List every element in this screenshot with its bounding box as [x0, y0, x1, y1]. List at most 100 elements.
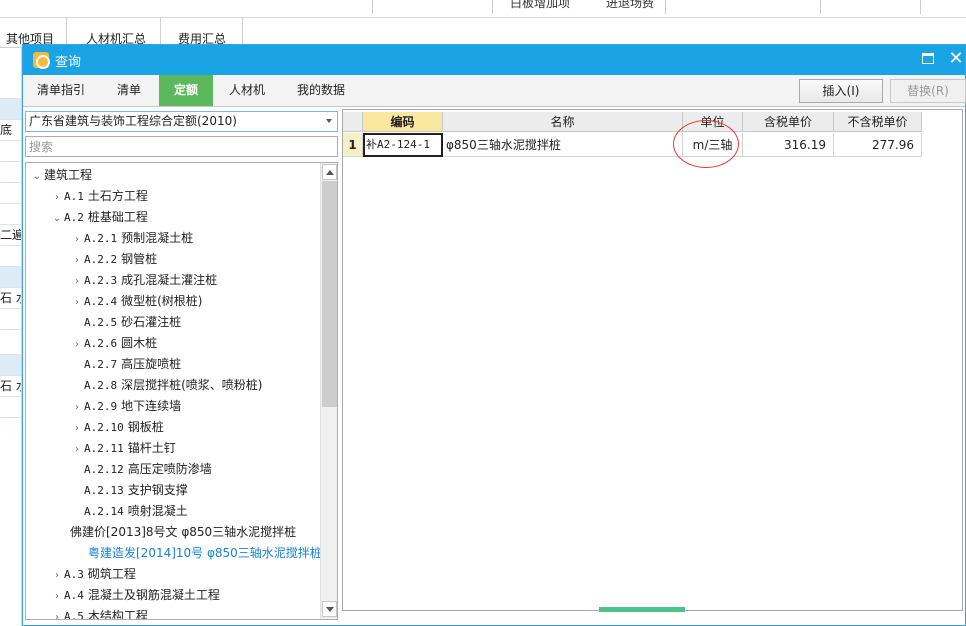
tree-item-label: 木结构工程 [87, 609, 148, 620]
tree-item[interactable]: › A.3 砌筑工程 [50, 564, 136, 585]
col-header-name[interactable]: 名称 [443, 112, 683, 132]
tree-item[interactable]: A.2.12 高压定喷防渗墙 [70, 459, 212, 480]
tree-item[interactable]: › A.2.2 钢管桩 [70, 249, 157, 270]
tree-item[interactable]: 粤建造发[2014]10号 φ850三轴水泥搅拌桩 [88, 543, 322, 564]
chevron-right-icon[interactable]: › [70, 334, 84, 355]
tree-item[interactable]: › A.1 土石方工程 [50, 186, 148, 207]
chevron-right-icon[interactable]: › [50, 187, 64, 208]
dialog-tabstrip: 清单指引 清单 定额 人材机 我的数据 插入(I) 替换(R) [23, 75, 966, 107]
tree-item[interactable]: › A.2.10 钢板桩 [70, 417, 164, 438]
chevron-right-icon[interactable]: › [70, 292, 84, 313]
toolbar-divider [372, 0, 373, 14]
bg-row: 二遍 [0, 224, 21, 245]
maximize-icon[interactable] [922, 53, 934, 64]
quota-tree-panel: 广东省建筑与装饰工程综合定额(2010) ⌄建筑工程›A.1土石方工程⌄A.2桩… [25, 109, 340, 620]
tab-bill-guide[interactable]: 清单指引 [23, 75, 99, 106]
chevron-down-icon[interactable]: ⌄ [50, 208, 64, 229]
close-icon[interactable]: ✕ [947, 47, 965, 71]
row-number[interactable]: 1 [343, 133, 363, 157]
bg-row [0, 417, 21, 438]
tree-item-label: 混凝土及钢筋混凝土工程 [87, 588, 220, 602]
bg-toolbar-item[interactable]: 白板增加项 [510, 0, 570, 11]
scroll-thumb[interactable] [322, 181, 337, 407]
chevron-right-icon[interactable]: › [70, 397, 84, 418]
chevron-right-icon[interactable]: › [50, 586, 64, 607]
dialog-titlebar[interactable]: 查询 ✕ [23, 45, 965, 75]
tree-item[interactable]: › A.2.1 预制混凝土桩 [70, 228, 193, 249]
cell-name[interactable]: φ850三轴水泥搅拌桩 [443, 133, 683, 157]
cell-code[interactable]: 补A2-124-1 [363, 133, 443, 157]
cell-price-tax[interactable]: 316.19 [743, 133, 834, 157]
tree-item-code: A.5 [64, 610, 84, 620]
tree-item-code: A.2.11 [84, 442, 124, 455]
tab-bill[interactable]: 清单 [99, 75, 159, 106]
tree-item[interactable]: › A.2.3 成孔混凝土灌注桩 [70, 270, 217, 291]
chevron-down-icon[interactable]: ⌄ [30, 166, 44, 187]
tab-quota[interactable]: 定额 [159, 75, 213, 106]
quota-result-grid: 编码 名称 单位 含税单价 不含税单价 1 补A2-124-1 φ850三轴水泥… [342, 109, 963, 612]
tree-item[interactable]: › A.2.6 圆木桩 [70, 333, 157, 354]
tree-item-code: A.2.1 [84, 232, 118, 245]
tree-item-label: 预制混凝土桩 [121, 231, 194, 245]
tree-item[interactable]: ⌄ A.2 桩基础工程 [50, 207, 148, 228]
tree-item-label: 粤建造发[2014]10号 φ850三轴水泥搅拌桩 [88, 546, 322, 560]
tab-labor-material[interactable]: 人材机 [213, 75, 281, 106]
insert-button[interactable]: 插入(I) [799, 79, 883, 103]
quota-library-select[interactable]: 广东省建筑与装饰工程综合定额(2010) [25, 111, 338, 132]
search-input[interactable] [25, 136, 338, 157]
toolbar-divider [820, 0, 821, 14]
tree-item-code: A.2.2 [84, 253, 118, 266]
bg-row: 石 水 [0, 287, 21, 308]
tree-item-label: 高压定喷防渗墙 [127, 462, 212, 476]
quota-library-value: 广东省建筑与装饰工程综合定额(2010) [29, 114, 237, 128]
tree-item[interactable]: 佛建价[2013]8号文 φ850三轴水泥搅拌桩 [70, 522, 296, 543]
bg-row [0, 245, 21, 266]
tree-scrollbar[interactable] [320, 163, 337, 619]
tree-item[interactable]: › A.2.4 微型桩(树根桩) [70, 291, 203, 312]
bg-row [0, 329, 21, 350]
tree-item-code: A.2.4 [84, 295, 118, 308]
tree-item-label: 支护钢支撑 [127, 483, 188, 497]
tree-item-code: A.1 [64, 190, 84, 203]
col-header-price-tax[interactable]: 含税单价 [743, 112, 834, 132]
tree-item-code: A.2 [64, 211, 84, 224]
tree-item[interactable]: ⌄ 建筑工程 [30, 165, 92, 186]
chevron-right-icon[interactable]: › [70, 271, 84, 292]
tree-item[interactable]: › A.2.9 地下连续墙 [70, 396, 181, 417]
tree-item[interactable]: › A.5 木结构工程 [50, 606, 148, 620]
tree-item[interactable]: A.2.5 砂石灌注桩 [70, 312, 181, 333]
chevron-right-icon[interactable]: › [70, 439, 84, 460]
scroll-up-icon[interactable] [322, 164, 337, 180]
tree-item[interactable]: › A.4 混凝土及钢筋混凝土工程 [50, 585, 220, 606]
tree-item-label: 锚杆土钉 [127, 441, 176, 455]
cell-price-notax[interactable]: 277.96 [834, 133, 922, 157]
tree-item[interactable]: A.2.13 支护钢支撑 [70, 480, 188, 501]
tree-item[interactable]: A.2.7 高压旋喷桩 [70, 354, 181, 375]
chevron-right-icon[interactable]: › [70, 250, 84, 271]
background-toolbar: 白板增加项 进退场费 [0, 0, 966, 18]
chevron-right-icon[interactable]: › [70, 229, 84, 250]
tree-item-label: 喷射混凝土 [127, 504, 188, 518]
chevron-right-icon[interactable]: › [70, 418, 84, 439]
scroll-down-icon[interactable] [322, 601, 337, 617]
bg-row [0, 203, 21, 224]
tree-item[interactable]: A.2.8 深层搅拌桩(喷浆、喷粉桩) [70, 375, 263, 396]
tree-item-code: A.2.13 [84, 484, 124, 497]
tab-my-data[interactable]: 我的数据 [281, 75, 361, 106]
tree-item-label: 桩基础工程 [87, 210, 148, 224]
tree-item-label: 砌筑工程 [87, 567, 136, 581]
chevron-right-icon[interactable]: › [50, 607, 64, 619]
tree-item[interactable]: A.2.14 喷射混凝土 [70, 501, 188, 522]
bg-row [0, 140, 21, 161]
bg-toolbar-item[interactable]: 进退场费 [606, 0, 654, 11]
bg-row [0, 354, 21, 375]
splitter-grip[interactable] [599, 607, 685, 612]
col-header-price-notax[interactable]: 不含税单价 [834, 112, 922, 132]
chevron-right-icon[interactable]: › [50, 565, 64, 586]
tree-item[interactable]: › A.2.11 锚杆土钉 [70, 438, 176, 459]
chevron-down-icon [326, 119, 332, 123]
col-header-code[interactable]: 编码 [363, 112, 443, 132]
replace-button[interactable]: 替换(R) [890, 79, 966, 103]
tree-item-label: 深层搅拌桩(喷浆、喷粉桩) [121, 378, 263, 392]
bg-row [0, 182, 21, 203]
